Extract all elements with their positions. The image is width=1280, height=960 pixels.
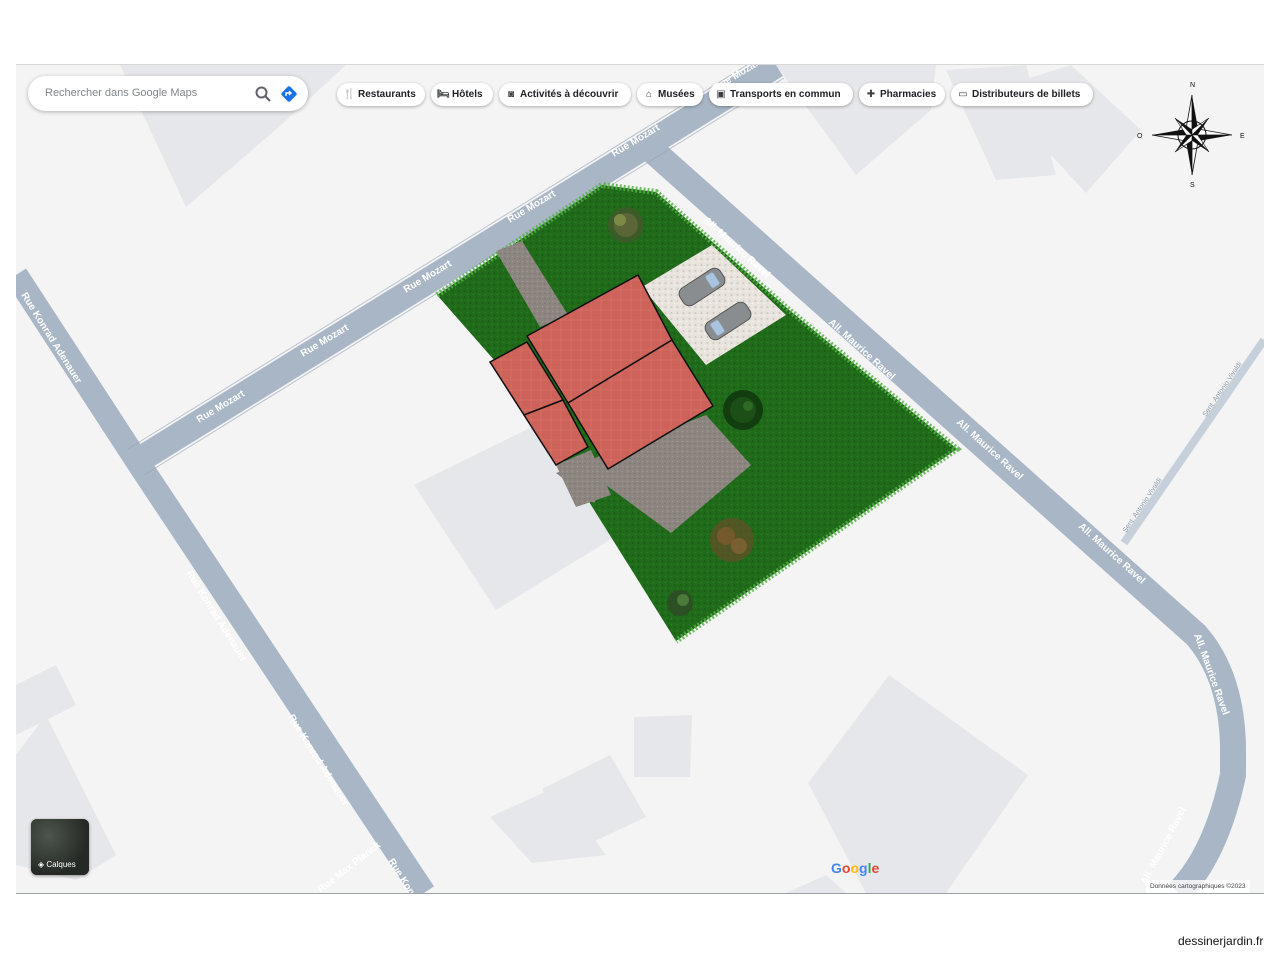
camera-icon: ◙ <box>507 89 515 100</box>
chip-pharmacies[interactable]: ✚ Pharmacies <box>859 83 945 106</box>
atm-icon: ▭ <box>958 89 968 100</box>
directions-icon[interactable] <box>279 84 299 104</box>
chip-transit[interactable]: ▣ Transports en commun <box>709 83 853 106</box>
chip-activities[interactable]: ◙ Activités à découvrir <box>499 83 631 106</box>
site-credit: dessinerjardin.fr <box>1178 934 1264 948</box>
chip-label: Distributeurs de billets <box>972 89 1081 100</box>
layers-button[interactable]: ◈ Calques <box>31 819 89 875</box>
chip-restaurants[interactable]: 🍴 Restaurants <box>337 83 425 106</box>
compass-n: N <box>1190 82 1195 89</box>
chip-museums[interactable]: ⌂ Musées <box>637 83 703 106</box>
chip-atm[interactable]: ▭ Distributeurs de billets <box>951 83 1093 106</box>
street-label-antonio-1: Sent. Antonio Vivaldi <box>1122 477 1164 534</box>
map-canvas[interactable]: Rue Mozart Rue Mozart Rue Mozart Rue Moz… <box>16 64 1264 894</box>
museum-icon: ⌂ <box>645 89 653 100</box>
chip-label: Transports en commun <box>730 89 841 100</box>
compass-s: S <box>1190 182 1195 189</box>
bed-icon: 🛏 <box>437 89 450 100</box>
magnifier-icon[interactable] <box>254 85 272 103</box>
compass-o: O <box>1137 133 1143 140</box>
street-label-ravel-3: All. Maurice Ravel <box>954 417 1025 483</box>
compass-rose-icon: N S E O <box>1137 82 1245 189</box>
street-label-planck: Rue Max Planck <box>316 840 383 893</box>
search-bar[interactable]: Rechercher dans Google Maps <box>28 76 308 111</box>
street-label-adenauer-1: Rue Konrad Adenauer <box>18 291 83 386</box>
google-logo: Google <box>831 860 880 876</box>
chip-label: Pharmacies <box>880 89 937 100</box>
chip-hotels[interactable]: 🛏 Hôtels <box>431 83 493 106</box>
chip-label: Restaurants <box>358 89 416 100</box>
chip-label: Activités à découvrir <box>520 89 619 100</box>
pharmacy-icon: ✚ <box>866 89 876 100</box>
fork-knife-icon: 🍴 <box>343 89 356 100</box>
bus-icon: ▣ <box>716 89 726 100</box>
map-attribution[interactable]: Données cartographiques ©2023 <box>1146 880 1250 893</box>
compass-e: E <box>1240 133 1245 140</box>
search-placeholder[interactable]: Rechercher dans Google Maps <box>45 87 197 99</box>
chip-label: Musées <box>658 89 695 100</box>
layers-label: ◈ Calques <box>38 860 76 869</box>
chip-label: Hôtels <box>452 89 483 100</box>
map-base: Rue Mozart Rue Mozart Rue Mozart Rue Moz… <box>16 65 1264 893</box>
